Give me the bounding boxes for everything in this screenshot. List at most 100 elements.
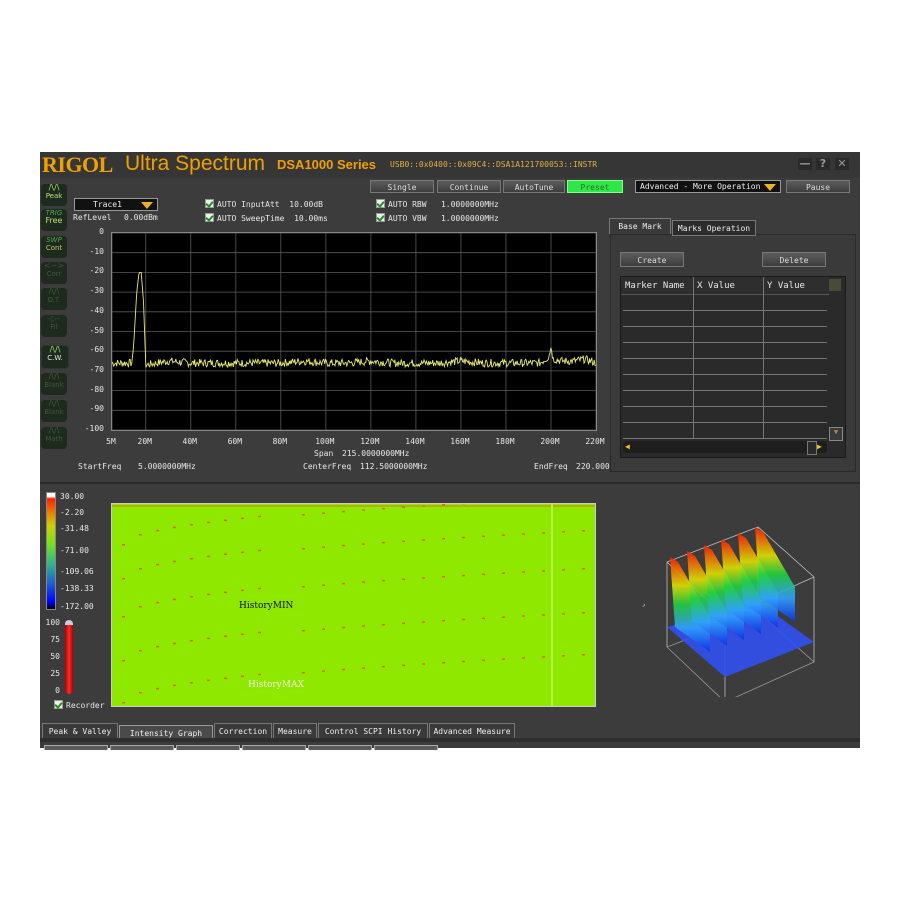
bottom-action-button[interactable] [110, 745, 174, 750]
waterfall-dot [382, 579, 385, 582]
scrollbar-thumb[interactable] [807, 441, 817, 455]
waterfall-dot [422, 577, 425, 579]
side-button-ot[interactable]: /\/\ O.T. [41, 288, 67, 310]
waterfall-dot [241, 675, 244, 678]
close-button[interactable]: ✕ [835, 158, 849, 170]
waterfall-dot [322, 584, 325, 586]
waterfall-dot [156, 687, 159, 690]
side-button-corr[interactable]: <~> Corr [41, 262, 67, 284]
side-button-peak[interactable]: /\/\ Peak [41, 184, 67, 206]
y-tick-label: -70 [89, 364, 104, 374]
tab-separator [40, 738, 860, 742]
x-tick-label: 120M [360, 437, 380, 446]
bottom-action-button[interactable] [176, 745, 240, 750]
waterfall-dot [207, 521, 210, 524]
waterfall-dot [422, 621, 425, 623]
single-button[interactable]: Single [370, 180, 434, 193]
waterfall-dot [173, 684, 176, 687]
trace-select[interactable]: Trace1 [74, 198, 158, 211]
span-label: Span [314, 449, 334, 458]
ref-level-value: 0.00dBm [124, 213, 158, 222]
auto-inputatt-checkbox[interactable] [205, 199, 214, 208]
waterfall-dot [302, 586, 305, 588]
delete-marker-button[interactable]: Delete [762, 252, 826, 267]
filter-icon: -▷- [48, 314, 60, 323]
bottom-action-button[interactable] [308, 745, 372, 750]
auto-vbw-checkbox[interactable] [376, 213, 385, 222]
scroll-up-button[interactable] [829, 279, 841, 291]
tab-marks-operation[interactable]: Marks Operation [672, 220, 756, 236]
x-tick-label: 80M [272, 437, 288, 446]
recorder-toggle[interactable]: Recorder [54, 700, 105, 710]
auto-rbw-checkbox[interactable] [376, 199, 385, 208]
tab-advanced-measure[interactable]: Advanced Measure [429, 723, 515, 738]
math-wave-icon: /\/\ [48, 426, 60, 435]
tab-control-scpi-history[interactable]: Control SCPI History [318, 723, 428, 738]
bottom-action-button[interactable] [242, 745, 306, 750]
intensity-graph[interactable]: HistoryMIN HistoryMAX [111, 503, 596, 707]
autotune-button[interactable]: AutoTune [503, 180, 565, 193]
waterfall-dot [542, 614, 545, 616]
horizontal-scrollbar[interactable]: ◀ ▶ [623, 441, 827, 455]
brand-logo: RIGOL [42, 152, 113, 177]
side-button-cw[interactable]: /\/\ C.W. [41, 345, 69, 369]
side-button-blank-2[interactable]: /\/\ Blank [41, 400, 67, 422]
pause-button[interactable]: Pause [786, 180, 850, 193]
waterfall-dot [322, 628, 325, 630]
waterfall-dot [342, 544, 345, 547]
recorder-level-gauge[interactable] [65, 620, 73, 694]
col-marker-name: Marker Name [625, 281, 685, 291]
auto-vbw-setting[interactable]: AUTO VBW 1.0000000MHz [376, 213, 499, 223]
auto-inputatt-setting[interactable]: AUTO InputAtt 10.00dB [205, 199, 323, 209]
preset-button[interactable]: Preset [567, 180, 623, 193]
side-button-blank-1[interactable]: /\/\ Blank [41, 373, 67, 395]
spectrum-plot[interactable] [111, 232, 597, 431]
scroll-right-icon[interactable]: ▶ [817, 442, 822, 451]
table-row-line [623, 358, 827, 359]
x-tick-label: 160M [450, 437, 470, 446]
waterfall-dot [241, 589, 244, 592]
instrument-address: USB0::0x0400::0x09C4::DSA1A121700053::IN… [390, 160, 598, 169]
waterfall-dot [462, 660, 465, 663]
waterfall-dot [462, 618, 465, 621]
create-marker-button[interactable]: Create [620, 252, 684, 267]
bottom-action-button[interactable] [44, 745, 108, 750]
waterfall-dot [442, 576, 445, 578]
side-button-sweep[interactable]: SWP Cont [41, 236, 67, 258]
tab-peak-valley[interactable]: Peak & Valley [42, 723, 118, 738]
waterfall-dot [122, 578, 125, 580]
auto-rbw-label: AUTO RBW [388, 200, 427, 209]
tab-measure[interactable]: Measure [273, 723, 317, 738]
waterfall-dot [562, 655, 565, 657]
scroll-left-icon[interactable]: ◀ [625, 442, 630, 451]
advanced-operation-dropdown[interactable]: Advanced - More Operation [635, 180, 781, 193]
waterfall-dot [122, 660, 125, 662]
scroll-down-button[interactable]: ▼ [829, 427, 843, 441]
waterfall-dot [382, 541, 385, 544]
waterfall-dot [258, 587, 261, 590]
3d-spectrogram[interactable]: ↗ [630, 507, 860, 697]
side-button-trig[interactable]: TRIG Free [41, 209, 67, 231]
tab-correction[interactable]: Correction [214, 723, 272, 738]
waterfall-dot [522, 571, 525, 573]
recorder-tick-label: 75 [50, 635, 60, 644]
recorder-checkbox[interactable] [54, 700, 63, 709]
waterfall-dot [173, 560, 176, 563]
help-button[interactable]: ? [816, 158, 830, 170]
waterfall-dot [258, 673, 261, 676]
waterfall-dot [258, 515, 261, 518]
auto-rbw-setting[interactable]: AUTO RBW 1.0000000MHz [376, 199, 499, 209]
side-button-math[interactable]: /\/\ Math [41, 427, 67, 449]
waterfall-dot [582, 568, 585, 570]
waterfall-dot [190, 596, 193, 598]
waterfall-dot [139, 692, 142, 694]
bottom-action-button[interactable] [374, 745, 438, 750]
tab-base-mark[interactable]: Base Mark [609, 218, 671, 234]
auto-sweeptime-checkbox[interactable] [205, 213, 214, 222]
waterfall-dot [139, 606, 142, 608]
minimize-button[interactable]: — [798, 158, 812, 170]
continue-button[interactable]: Continue [437, 180, 501, 193]
auto-sweeptime-setting[interactable]: AUTO SweepTime 10.00ms [205, 213, 328, 223]
ot-wave-icon: /\/\ [48, 287, 60, 296]
side-button-fil[interactable]: -▷- Fil [41, 315, 67, 337]
